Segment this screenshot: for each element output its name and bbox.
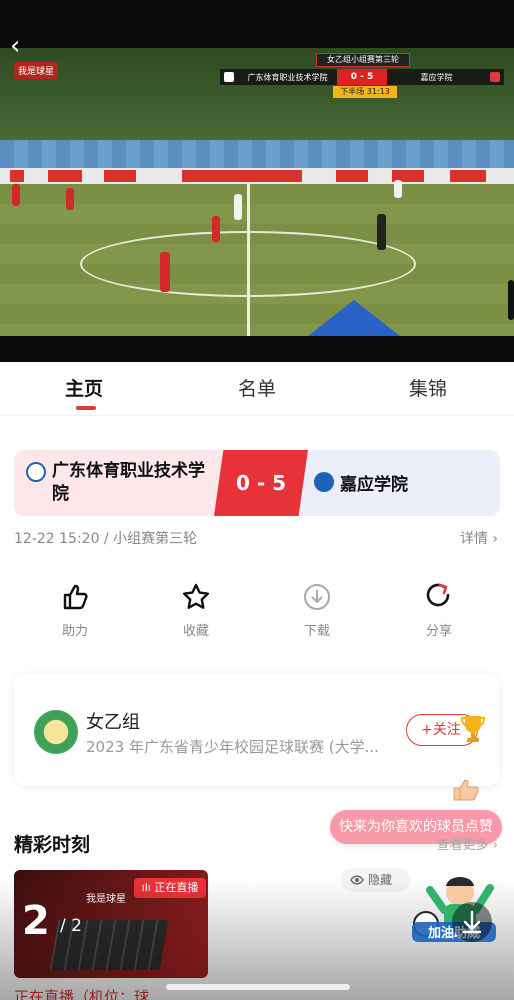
- thumbnail-brand: 我是球星: [86, 894, 126, 905]
- tab-highlights[interactable]: 集锦: [409, 374, 447, 401]
- match-score: 0 - 5: [235, 471, 287, 495]
- details-link[interactable]: 详情 ›: [460, 528, 498, 548]
- highlight-item-title[interactable]: 正在直播（机位：球: [14, 986, 149, 1000]
- scoreboard: 广东体育职业技术学院 0 - 5 嘉应学院: [220, 69, 504, 85]
- download-arrow-icon: [462, 910, 482, 934]
- home-shirt-icon: [224, 72, 234, 82]
- video-player[interactable]: ‹ 我是球星 女乙组小组赛第三轮 广东体育职业技术学院 0 - 5 嘉应学院 下…: [0, 0, 514, 362]
- tab-roster[interactable]: 名单: [238, 374, 276, 401]
- live-badge: ılı 正在直播: [134, 878, 206, 898]
- video-frame: [0, 48, 514, 336]
- league-description: 2023 年广东省青少年校园足球联赛 (大学...: [86, 738, 379, 756]
- away-team-name: 嘉应学院: [340, 475, 408, 495]
- download-label: 下载: [303, 624, 330, 639]
- side-handle: [508, 280, 514, 320]
- boost-button[interactable]: 助力: [40, 582, 110, 639]
- scoreboard-period: 下半场 31:13: [333, 86, 397, 98]
- hide-label: 隐藏: [368, 873, 393, 887]
- hide-button[interactable]: 隐藏: [340, 868, 410, 892]
- details-label: 详情: [459, 531, 488, 547]
- download-button[interactable]: 下载: [282, 582, 352, 639]
- away-shirt-icon: [490, 72, 500, 82]
- league-logo-icon: [34, 710, 78, 754]
- scoreboard-round: 女乙组小组赛第三轮: [316, 53, 410, 67]
- app-watermark: 我是球星: [14, 62, 59, 79]
- boost-label: 助力: [61, 624, 88, 639]
- eye-icon: [350, 875, 364, 885]
- tab-home[interactable]: 主页: [65, 374, 103, 401]
- download-icon: [304, 584, 330, 610]
- thumbs-up-hand-icon: [453, 779, 479, 801]
- favorite-button[interactable]: 收藏: [161, 582, 231, 639]
- trophy-icon: [460, 716, 486, 742]
- match-card[interactable]: 0 - 5 广东体育职业技术学院 嘉应学院: [14, 450, 500, 516]
- league-name: 女乙组: [86, 712, 140, 733]
- league-card[interactable]: 女乙组 2023 年广东省青少年校园足球联赛 (大学... +关注: [14, 674, 500, 786]
- away-team-logo-icon: [314, 472, 334, 492]
- page-total: / 2: [60, 916, 82, 936]
- home-team-logo-icon: [26, 462, 46, 482]
- scoreboard-home: 广东体育职业技术学院: [247, 72, 328, 82]
- tab-bar: 主页 名单 集锦: [0, 362, 514, 416]
- home-indicator: [166, 984, 350, 990]
- highlights-title: 精彩时刻: [14, 834, 91, 856]
- thumbs-up-icon: [63, 584, 88, 610]
- see-more-label: 查看更多: [436, 838, 489, 853]
- scoreboard-away: 嘉应学院: [420, 72, 453, 82]
- back-icon[interactable]: ‹: [10, 33, 34, 60]
- share-label: 分享: [425, 624, 452, 639]
- favorite-label: 收藏: [182, 624, 209, 639]
- home-team-name: 广东体育职业技术学院: [52, 461, 205, 504]
- floating-download-button[interactable]: [452, 902, 492, 942]
- share-icon: [426, 583, 450, 607]
- match-info: 12-22 15:20 / 小组赛第三轮: [14, 531, 198, 547]
- see-more-link[interactable]: 查看更多 ›: [437, 834, 498, 853]
- star-icon: [183, 583, 209, 609]
- tab-indicator: [76, 406, 96, 410]
- share-button[interactable]: 分享: [404, 582, 474, 639]
- scoreboard-score: 0 - 5: [337, 69, 387, 85]
- page-current: 2: [22, 898, 50, 944]
